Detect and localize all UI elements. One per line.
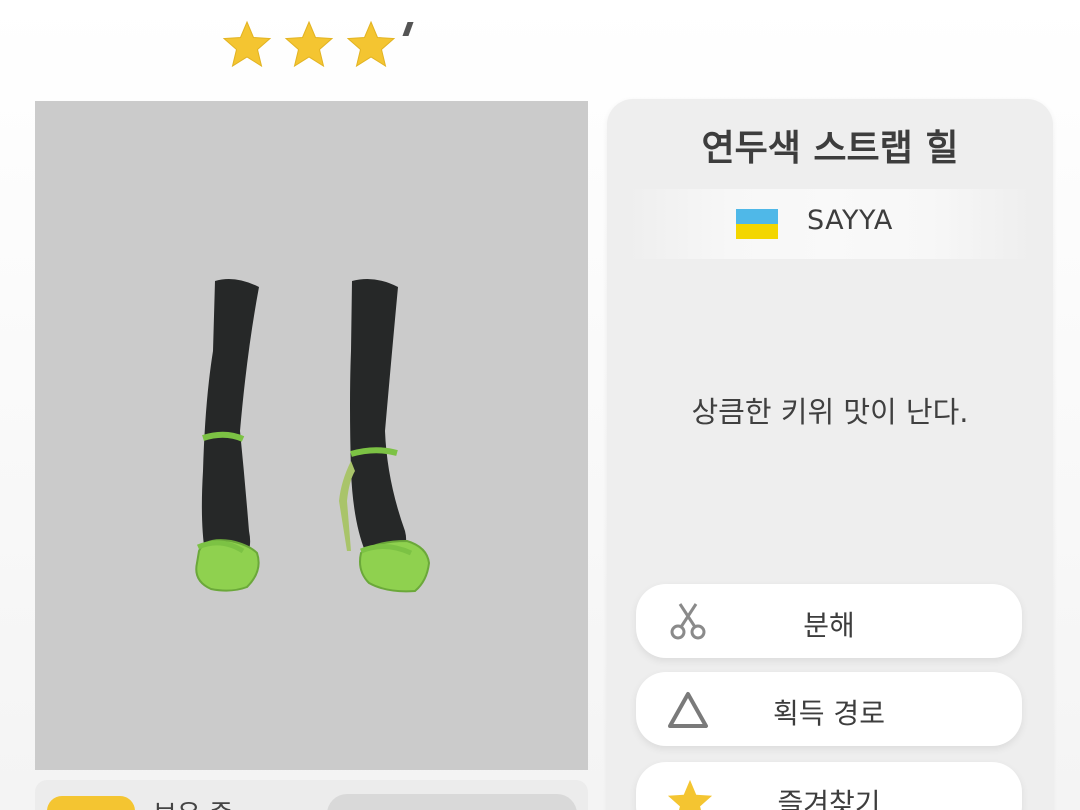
ukraine-flag-icon <box>736 209 778 239</box>
acquisition-route-label: 획득 경로 <box>773 697 885 730</box>
star-rating <box>222 20 396 70</box>
owned-label: 보유 중 <box>153 794 233 810</box>
acquisition-route-button[interactable]: 획득 경로 <box>636 672 1022 746</box>
item-description: 상큼한 키위 맛이 난다. <box>691 395 969 429</box>
pill-mark-icon <box>402 22 414 36</box>
favorite-label: 즐겨찾기 <box>777 787 881 810</box>
owned-badge <box>47 796 135 810</box>
dismantle-button[interactable]: 분해 <box>636 584 1022 658</box>
star-icon <box>284 20 334 70</box>
item-detail-screen: 연두색 스트랩 힐 SAYYA 상큼한 키위 맛이 난다. 분해 획득 경로 즐… <box>0 0 1080 810</box>
favorite-button[interactable]: 즐겨찾기 <box>636 762 1022 810</box>
star-icon <box>222 20 272 70</box>
item-info-panel: 연두색 스트랩 힐 SAYYA 상큼한 키위 맛이 난다. 분해 획득 경로 즐… <box>607 99 1053 810</box>
star-icon <box>346 20 396 70</box>
brand-row: SAYYA <box>627 189 1033 259</box>
dismantle-label: 분해 <box>803 609 855 642</box>
item-preview[interactable] <box>35 101 588 770</box>
heels-illustration <box>195 279 431 593</box>
item-name: 연두색 스트랩 힐 <box>701 128 959 169</box>
owned-pill[interactable] <box>327 794 577 810</box>
brand-name: SAYYA <box>807 205 893 236</box>
owned-strip: 보유 중 <box>35 780 588 810</box>
